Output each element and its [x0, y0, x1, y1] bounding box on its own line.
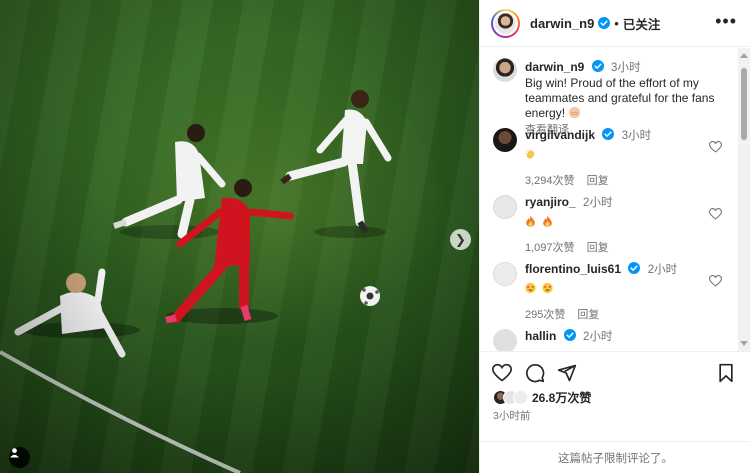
chevron-right-icon: ❯ [455, 232, 466, 247]
likes-count[interactable]: 26.8万次赞 [532, 389, 591, 406]
reply-button[interactable]: 回复 [587, 175, 609, 187]
separator-dot: • [614, 15, 619, 31]
clapping-hands-emoji-icon [525, 149, 535, 159]
comment-text [525, 282, 700, 297]
star-struck-emoji-icon [542, 282, 553, 294]
user-tag-icon [10, 448, 19, 458]
commenter-avatar[interactable] [493, 195, 517, 219]
commenter-username[interactable]: hallin [525, 329, 556, 343]
verified-badge-icon [628, 262, 641, 274]
star-struck-emoji-icon [525, 282, 536, 294]
caption-time: 3小时 [611, 62, 641, 74]
commenter-avatar[interactable] [493, 329, 517, 351]
comment-time: 2小时 [583, 331, 613, 343]
comments-scrollbar[interactable] [738, 48, 750, 351]
fire-emoji-icon [543, 215, 553, 227]
verified-badge-icon [591, 60, 604, 72]
comment-likes[interactable]: 295次赞 [525, 309, 565, 321]
comment-icon[interactable] [525, 363, 545, 383]
post-actions: 26.8万次赞 3小时前 [480, 351, 750, 441]
comment-likes[interactable]: 1,097次赞 [525, 242, 575, 254]
commenter-username[interactable]: florentino_luis61 [525, 262, 621, 276]
commenter-username[interactable]: ryanjiro_ [525, 195, 576, 209]
verified-badge-icon [563, 329, 576, 341]
share-icon[interactable] [557, 363, 577, 383]
heart-icon[interactable] [709, 208, 722, 220]
comment-likes[interactable]: 3,294次赞 [525, 175, 575, 187]
scrollbar-thumb[interactable] [741, 68, 747, 140]
tagged-users-button[interactable] [9, 447, 30, 468]
comment-time: 2小时 [647, 264, 678, 276]
post-caption: darwin_n9 3小时 Big win! Proud of the effo… [480, 48, 738, 136]
liker-avatar [513, 390, 528, 405]
more-icon[interactable]: ••• [715, 11, 737, 32]
comment-item: ryanjiro_ 2小时 1,097次赞 回复 [480, 195, 738, 262]
verified-badge-icon [602, 128, 615, 140]
fist-bump-emoji-icon [569, 106, 581, 119]
post-sidebar: darwin_n9 • 已关注 ••• darwin_n9 3小时 Big wi… [479, 0, 750, 473]
author-username[interactable]: darwin_n9 [530, 16, 594, 31]
reply-button[interactable]: 回复 [577, 309, 599, 321]
likes-summary[interactable]: 26.8万次赞 [493, 389, 591, 406]
commenter-avatar[interactable] [493, 128, 517, 152]
fire-emoji-icon [526, 215, 535, 227]
author-avatar[interactable] [491, 8, 520, 38]
heart-icon[interactable] [709, 141, 722, 153]
comment-text [525, 148, 700, 163]
scroll-down-arrow-icon[interactable] [740, 341, 748, 346]
commenter-avatar[interactable] [493, 262, 517, 286]
bookmark-icon[interactable] [716, 363, 736, 383]
author-avatar-small[interactable] [493, 58, 517, 82]
comment-item: hallin 2小时 [480, 329, 738, 351]
heart-icon[interactable] [492, 363, 512, 383]
comment-item: virgilvandijk 3小时 3,294次赞 回复 [480, 128, 738, 195]
comment-time: 3小时 [621, 130, 652, 142]
caption-username[interactable]: darwin_n9 [525, 60, 584, 74]
comment-item: florentino_luis61 2小时 295次赞 回复 [480, 262, 738, 329]
comments-restricted-notice: 这篇帖子限制评论了。 [480, 441, 750, 473]
next-photo-button[interactable]: ❯ [450, 229, 471, 250]
follow-status-button[interactable]: 已关注 [623, 14, 661, 33]
post-timestamp: 3小时前 [493, 410, 531, 422]
commenter-username[interactable]: virgilvandijk [525, 128, 595, 142]
caption-text: Big win! Proud of the effort of my teamm… [525, 76, 715, 120]
heart-icon[interactable] [709, 275, 722, 287]
comment-text [525, 215, 700, 230]
comments-list[interactable]: darwin_n9 3小时 Big win! Proud of the effo… [480, 48, 738, 351]
reply-button[interactable]: 回复 [587, 242, 609, 254]
comment-time: 2小时 [583, 197, 613, 209]
verified-badge-icon [598, 17, 611, 29]
post-header: darwin_n9 • 已关注 ••• [480, 0, 750, 47]
scroll-up-arrow-icon[interactable] [740, 53, 748, 58]
post-photo: ❯ [0, 0, 479, 473]
